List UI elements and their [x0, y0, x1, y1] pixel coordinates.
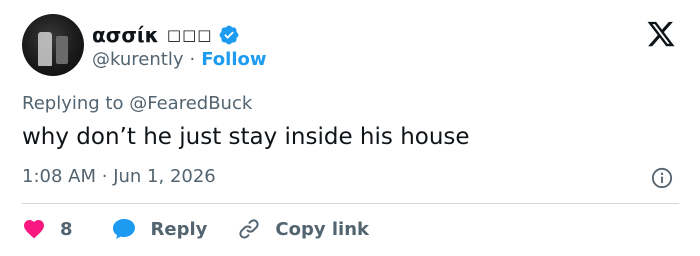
reply-bubble-icon — [112, 219, 135, 239]
replying-to-mention[interactable]: @FearedBuck — [129, 93, 252, 114]
author-handle[interactable]: @kurently — [92, 49, 183, 70]
follow-button[interactable]: Follow — [201, 49, 266, 70]
avatar-figure — [38, 32, 52, 66]
tweet-timestamp[interactable]: 1:08 AM · Jun 1, 2026 — [22, 166, 216, 187]
replying-to-line: Replying to @FearedBuck — [22, 93, 252, 114]
timestamp-separator: · — [101, 166, 108, 187]
tweet-date: Jun 1, 2026 — [113, 166, 216, 187]
info-icon[interactable] — [651, 167, 673, 189]
author-name-row: ασσίκ □□□ — [92, 21, 240, 49]
reply-button[interactable]: Reply — [111, 217, 208, 241]
replying-to-prefix: Replying to — [22, 93, 124, 114]
copy-link-button[interactable]: Copy link — [237, 217, 369, 241]
tweet-card: ασσίκ □□□ @kurently · Follow Replying to… — [0, 0, 700, 256]
author-display-name[interactable]: ασσίκ — [92, 23, 159, 47]
x-logo-icon[interactable] — [646, 19, 676, 49]
divider — [22, 203, 679, 204]
tweet-text: why don’t he just stay inside his house — [22, 124, 470, 150]
avatar[interactable] — [22, 14, 84, 76]
like-count: 8 — [60, 218, 73, 240]
handle-separator: · — [189, 48, 196, 70]
action-bar: 8 Reply Copy link — [22, 215, 369, 243]
link-icon — [239, 219, 260, 239]
author-handle-row: @kurently · Follow — [92, 47, 267, 71]
author-name-symbols: □□□ — [166, 26, 213, 44]
avatar-figure-shadow — [56, 36, 68, 64]
reply-label: Reply — [150, 218, 208, 240]
verified-badge-icon — [220, 25, 239, 45]
like-button[interactable]: 8 — [22, 217, 73, 241]
heart-icon — [24, 220, 44, 239]
copy-link-label: Copy link — [275, 218, 369, 240]
tweet-time: 1:08 AM — [22, 166, 96, 187]
